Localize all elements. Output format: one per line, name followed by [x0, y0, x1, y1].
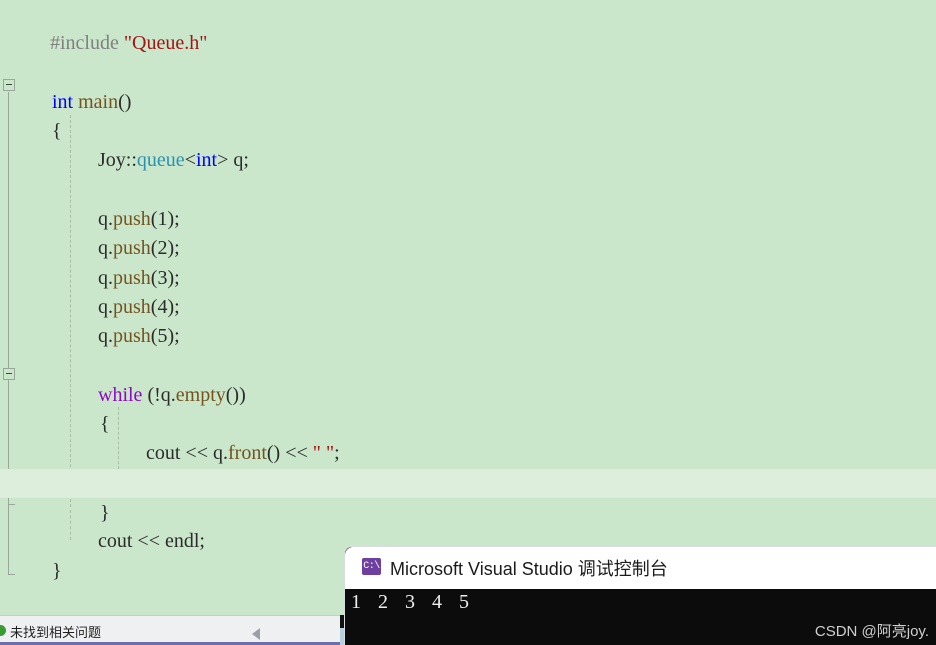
code-line-main-open-brace[interactable]: { — [0, 88, 936, 142]
code-line-blank-3[interactable] — [0, 322, 936, 351]
code-line-push-3[interactable]: q.push(3); — [0, 234, 936, 289]
code-line-pop[interactable]: q.pop(); — [0, 439, 936, 494]
code-line-blank-2[interactable] — [0, 146, 936, 175]
status-ok-icon — [0, 625, 6, 636]
status-message: 未找到相关问题 — [10, 625, 102, 640]
console-title-text: Microsoft Visual Studio 调试控制台 — [390, 559, 668, 579]
code-line-while-close-brace-current[interactable]: } — [0, 468, 936, 524]
previous-issue-arrow-icon[interactable] — [252, 628, 260, 640]
console-app-icon: C:\ — [362, 558, 381, 575]
csdn-watermark: CSDN @阿亮joy. — [814, 623, 929, 640]
code-line-cout-front[interactable]: cout << q.front() << " "; — [0, 410, 936, 464]
code-lines[interactable]: #include "Queue.h" int main() { Joy::que… — [0, 0, 936, 582]
code-line-push-5[interactable]: q.push(5); — [0, 293, 936, 347]
code-line-push-2[interactable]: q.push(2); — [0, 205, 936, 259]
code-line-push-4[interactable]: q.push(4); — [0, 264, 936, 318]
console-output-text: 1 2 3 4 5 — [351, 591, 475, 613]
code-line-cout-endl[interactable]: cout << endl; — [0, 498, 936, 552]
code-line-push-1[interactable]: q.push(1); — [0, 176, 936, 230]
code-line-main-signature[interactable]: int main() — [0, 59, 936, 113]
fold-guide-main-end — [8, 574, 15, 575]
code-editor[interactable]: #include "Queue.h" int main() { Joy::que… — [0, 0, 936, 615]
error-list-status-bar[interactable]: 未找到相关问题 — [0, 615, 340, 645]
code-line-declare-queue[interactable]: Joy::queue<int> q; — [0, 117, 936, 171]
code-line-include[interactable]: #include "Queue.h" — [0, 0, 936, 54]
token-close-brace: } — [52, 559, 62, 582]
console-output-area[interactable]: 1 2 3 4 5 CSDN @阿亮joy. D:\Visual Studio\… — [345, 589, 936, 645]
console-title-bar[interactable]: C:\ Microsoft Visual Studio 调试控制台 — [345, 547, 936, 589]
debug-console-window[interactable]: C:\ Microsoft Visual Studio 调试控制台 1 2 3 … — [344, 546, 936, 645]
code-line-blank-1[interactable] — [0, 29, 936, 58]
code-line-while-open-brace[interactable]: { — [0, 381, 936, 435]
code-line-while[interactable]: while (!q.empty()) — [0, 352, 936, 406]
